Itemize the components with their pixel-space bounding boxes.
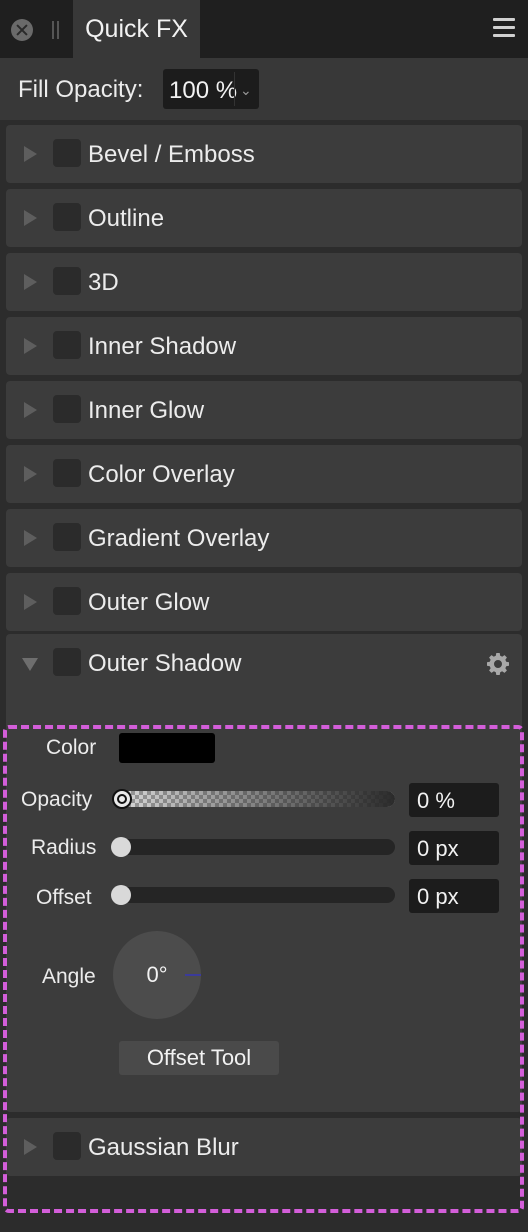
- angle-label: Angle: [42, 965, 96, 988]
- opacity-input[interactable]: 0 %: [409, 783, 499, 817]
- effect-color-overlay[interactable]: Color Overlay: [6, 445, 522, 503]
- effect-3d[interactable]: 3D: [6, 253, 522, 311]
- effect-label: Inner Glow: [88, 397, 205, 424]
- effect-label: Gaussian Blur: [88, 1134, 239, 1161]
- drag-grip-icon[interactable]: [52, 21, 60, 39]
- disclosure-triangle-icon[interactable]: [24, 146, 37, 162]
- effect-checkbox[interactable]: [53, 139, 81, 167]
- effect-gradient-overlay[interactable]: Gradient Overlay: [6, 509, 522, 567]
- effect-bevel-emboss[interactable]: Bevel / Emboss: [6, 125, 522, 183]
- offset-value: 0 px: [417, 884, 459, 909]
- offset-tool-label: Offset Tool: [146, 1045, 252, 1070]
- disclosure-triangle-icon[interactable]: [24, 210, 37, 226]
- disclosure-triangle-icon[interactable]: [24, 530, 37, 546]
- effect-checkbox[interactable]: [53, 459, 81, 487]
- effect-label: 3D: [88, 269, 119, 296]
- disclosure-triangle-expanded-icon[interactable]: [22, 658, 38, 671]
- opacity-slider-knob[interactable]: [112, 789, 132, 809]
- disclosure-triangle-icon[interactable]: [24, 402, 37, 418]
- chevron-down-icon[interactable]: ⌄: [240, 82, 252, 99]
- effect-label: Bevel / Emboss: [88, 141, 255, 168]
- disclosure-triangle-icon[interactable]: [24, 1139, 37, 1155]
- fill-opacity-divider: [234, 72, 235, 106]
- radius-label: Radius: [31, 836, 97, 859]
- radius-input[interactable]: 0 px: [409, 831, 499, 865]
- opacity-slider[interactable]: [119, 791, 395, 807]
- effect-label: Outer Glow: [88, 589, 210, 616]
- radius-slider[interactable]: [119, 839, 395, 855]
- close-icon[interactable]: [11, 19, 33, 41]
- fill-opacity-label: Fill Opacity:: [18, 76, 144, 103]
- effect-outline[interactable]: Outline: [6, 189, 522, 247]
- offset-slider[interactable]: [119, 887, 395, 903]
- angle-pointer: [185, 974, 201, 976]
- effect-checkbox[interactable]: [53, 395, 81, 423]
- effect-label: Color Overlay: [88, 461, 235, 488]
- effect-outer-shadow: Outer Shadow Color Opacity 0 % Radius 0 …: [6, 634, 522, 1112]
- effect-checkbox[interactable]: [53, 587, 81, 615]
- color-label: Color: [46, 736, 97, 759]
- effect-label: Gradient Overlay: [88, 525, 270, 552]
- disclosure-triangle-icon[interactable]: [24, 274, 37, 290]
- tab-title: Quick FX: [85, 14, 188, 43]
- radius-slider-knob[interactable]: [111, 837, 131, 857]
- offset-slider-knob[interactable]: [111, 885, 131, 905]
- disclosure-triangle-icon[interactable]: [24, 594, 37, 610]
- radius-value: 0 px: [417, 836, 459, 861]
- offset-input[interactable]: 0 px: [409, 879, 499, 913]
- effect-checkbox[interactable]: [53, 1132, 81, 1160]
- hamburger-menu-icon[interactable]: [493, 18, 515, 38]
- offset-tool-button[interactable]: Offset Tool: [119, 1041, 279, 1075]
- tab-quick-fx[interactable]: Quick FX: [73, 0, 200, 58]
- fill-opacity-value: 100 %: [169, 77, 238, 104]
- effect-outer-glow[interactable]: Outer Glow: [6, 573, 522, 631]
- offset-label: Offset: [36, 886, 92, 909]
- effect-checkbox[interactable]: [53, 331, 81, 359]
- effect-checkbox[interactable]: [53, 203, 81, 231]
- disclosure-triangle-icon[interactable]: [24, 338, 37, 354]
- effect-checkbox[interactable]: [53, 523, 81, 551]
- disclosure-triangle-icon[interactable]: [24, 466, 37, 482]
- effect-inner-glow[interactable]: Inner Glow: [6, 381, 522, 439]
- effect-gaussian-blur[interactable]: Gaussian Blur: [6, 1118, 522, 1176]
- fill-opacity-row: Fill Opacity: 100 % ⌄: [0, 58, 528, 120]
- effect-checkbox[interactable]: [53, 267, 81, 295]
- effect-label: Outline: [88, 205, 165, 232]
- shadow-color-swatch[interactable]: [119, 733, 215, 763]
- effect-label: Inner Shadow: [88, 333, 237, 360]
- panel-header: Quick FX: [0, 0, 528, 58]
- angle-dial[interactable]: 0°: [113, 931, 201, 1019]
- effect-inner-shadow[interactable]: Inner Shadow: [6, 317, 522, 375]
- gear-icon[interactable]: [486, 652, 510, 676]
- opacity-value: 0 %: [417, 788, 455, 813]
- effect-label: Outer Shadow: [88, 650, 242, 677]
- effect-checkbox[interactable]: [53, 648, 81, 676]
- opacity-label: Opacity: [21, 788, 93, 811]
